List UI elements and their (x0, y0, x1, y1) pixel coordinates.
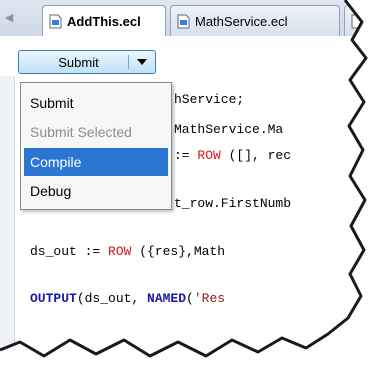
code-line: t_row.FirstNumb (174, 196, 291, 211)
ide-window: ◀ AddThis.ecl MathService.ecl Submit hSe… (0, 0, 366, 356)
chevron-down-icon (137, 59, 147, 65)
code-text: t_row.FirstNumb (174, 196, 292, 211)
code-function: ROW (197, 148, 221, 163)
tab-label: MathService.ecl (195, 13, 288, 29)
submit-dropdown-menu: Submit Submit Selected Compile Debug (20, 82, 172, 210)
editor-gutter (0, 76, 15, 356)
code-text: MathService.Ma (174, 122, 284, 137)
code-line: hService; (174, 92, 244, 107)
ecl-file-icon (177, 14, 190, 28)
submit-button[interactable]: Submit (19, 51, 128, 73)
menu-item-label: Submit (30, 95, 74, 111)
menu-item-compile[interactable]: Compile (24, 148, 168, 176)
tab-partial[interactable] (344, 5, 366, 36)
file-icon (351, 14, 364, 28)
code-line: ds_out := ROW ({res},Math (30, 244, 225, 259)
menu-item-label: Compile (30, 154, 82, 170)
code-text: ([], rec (220, 148, 292, 163)
screenshot-clip: ◀ AddThis.ecl MathService.ecl Submit hSe… (0, 0, 366, 356)
submit-button-label: Submit (58, 54, 99, 70)
code-keyword: NAMED (147, 291, 187, 306)
code-text: (ds_out, (76, 291, 148, 306)
menu-item-submit[interactable]: Submit (24, 89, 168, 117)
code-text: := (174, 148, 198, 163)
code-text: ( (186, 291, 194, 306)
tab-addthis[interactable]: AddThis.ecl (42, 5, 166, 37)
tab-mathservice[interactable]: MathService.ecl (170, 5, 340, 36)
code-keyword: OUTPUT (30, 291, 77, 306)
code-text: hService; (174, 92, 245, 107)
code-string: 'Res (193, 291, 226, 306)
code-line: MathService.Ma (174, 122, 283, 137)
tab-strip: ◀ AddThis.ecl MathService.ecl (0, 0, 366, 37)
submit-split-button[interactable]: Submit (18, 50, 156, 74)
ecl-file-icon (49, 14, 62, 29)
code-line: OUTPUT(ds_out, NAMED('Res (30, 291, 225, 306)
code-function: ROW (108, 244, 132, 259)
code-line: := ROW ([], rec (174, 148, 291, 163)
tab-label: AddThis.ecl (67, 14, 141, 29)
tab-scroll-left-icon[interactable]: ◀ (4, 10, 14, 26)
submit-dropdown-button[interactable] (129, 51, 155, 73)
menu-item-submit-selected: Submit Selected (24, 118, 168, 146)
toolbar: Submit (0, 36, 366, 76)
menu-item-label: Debug (30, 183, 72, 199)
code-text: ds_out := (30, 244, 109, 259)
code-text: ({res},Math (131, 244, 226, 259)
menu-item-debug[interactable]: Debug (24, 177, 168, 205)
menu-item-label: Submit Selected (30, 124, 132, 140)
